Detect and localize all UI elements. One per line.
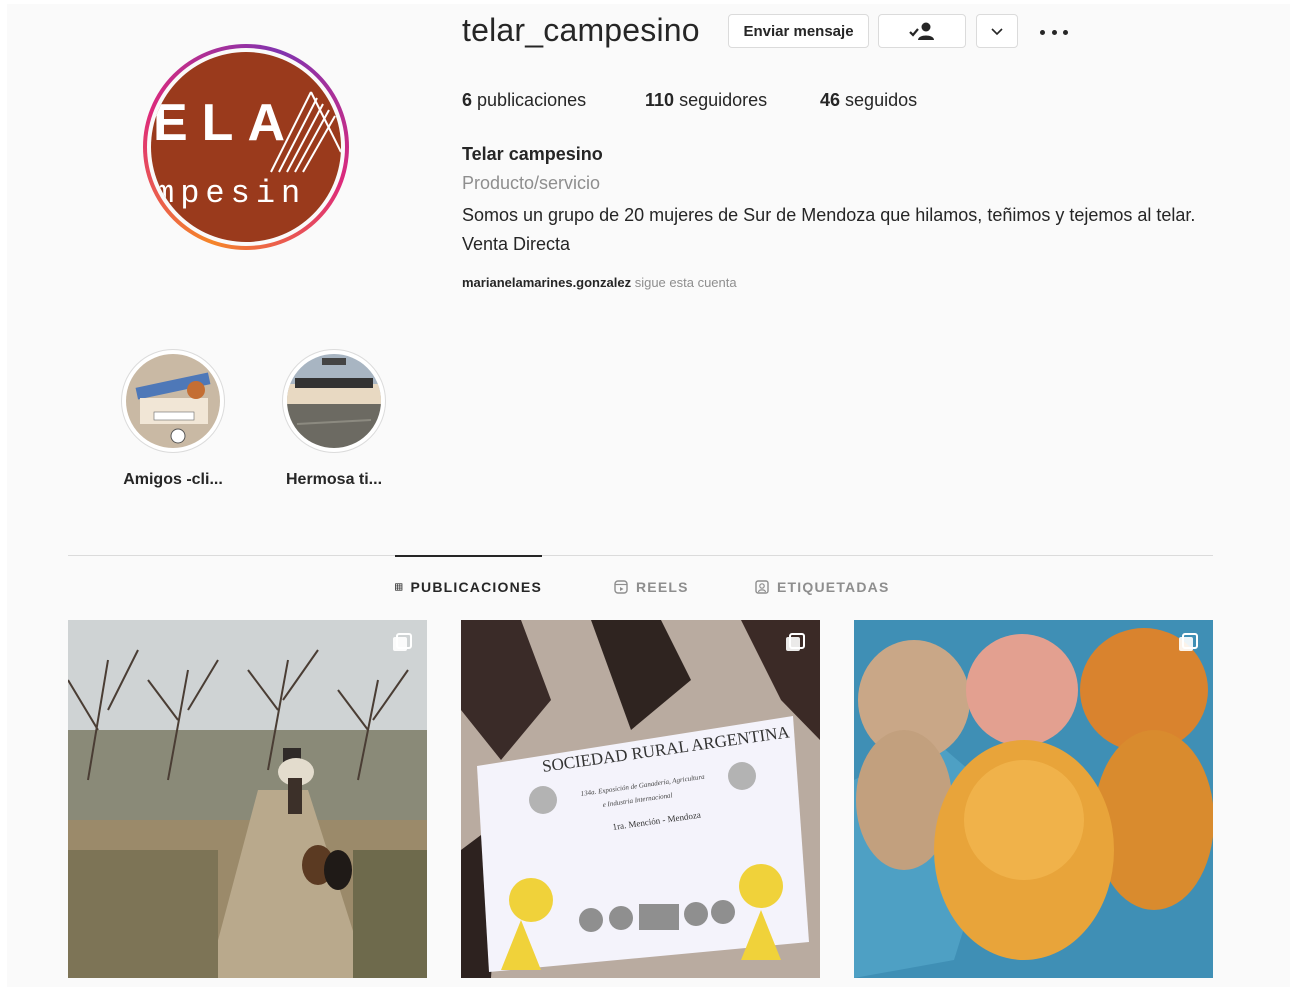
brand-logo: ELA mpesin <box>153 91 341 212</box>
following-button[interactable] <box>878 14 966 48</box>
profile-category: Producto/servicio <box>462 173 601 193</box>
tab-publicaciones[interactable]: PUBLICACIONES <box>395 555 542 618</box>
highlight-label: Amigos -cli... <box>123 471 223 488</box>
followed-by-user[interactable]: marianelamarines.gonzalez <box>462 275 631 290</box>
avatar-image: ELA mpesin <box>151 52 341 242</box>
person-check-icon <box>909 22 934 40</box>
post-image <box>854 620 1213 978</box>
followed-by[interactable]: marianelamarines.gonzalez sigue esta cue… <box>462 275 737 290</box>
post-image <box>68 620 427 978</box>
highlight-cover <box>126 354 220 448</box>
story-highlight[interactable]: Amigos -cli... <box>113 349 233 489</box>
multiple-images-icon <box>1179 633 1198 651</box>
tab-reels[interactable]: REELS <box>614 556 689 618</box>
post-thumbnail[interactable]: SOCIEDAD RURAL ARGENTINA 134a. Exposició… <box>461 620 820 978</box>
post-thumbnail[interactable] <box>854 620 1213 978</box>
story-highlight[interactable]: Hermosa ti... <box>274 349 394 489</box>
multiple-images-icon <box>786 633 805 651</box>
logo-text-top: ELA <box>153 94 299 152</box>
highlight-cover <box>287 354 381 448</box>
tab-etiquetadas[interactable]: ETIQUETADAS <box>755 556 890 618</box>
reels-icon <box>614 580 628 594</box>
profile-full-name: Telar campesino <box>462 144 603 164</box>
grid-icon <box>395 583 403 591</box>
followers-link[interactable]: 110 seguidores <box>645 90 767 111</box>
chevron-down-icon <box>991 28 1003 36</box>
logo-text-bottom: mpesin <box>155 175 306 212</box>
suggestions-dropdown-button[interactable] <box>976 14 1018 48</box>
profile-avatar[interactable]: ELA mpesin <box>143 44 349 250</box>
post-image: SOCIEDAD RURAL ARGENTINA 134a. Exposició… <box>461 620 820 978</box>
post-thumbnail[interactable] <box>68 620 427 978</box>
multiple-images-icon <box>393 633 412 651</box>
posts-count: 6 publicaciones <box>462 90 587 110</box>
highlight-label: Hermosa ti... <box>285 471 383 488</box>
profile-bio: Somos un grupo de 20 mujeres de Sur de M… <box>462 205 1196 254</box>
send-message-button[interactable]: Enviar mensaje <box>728 14 869 48</box>
profile-username: telar_campesino <box>462 12 700 48</box>
more-options-icon[interactable] <box>1040 20 1068 44</box>
tagged-icon <box>755 580 769 594</box>
following-link[interactable]: 46 seguidos <box>820 90 917 111</box>
